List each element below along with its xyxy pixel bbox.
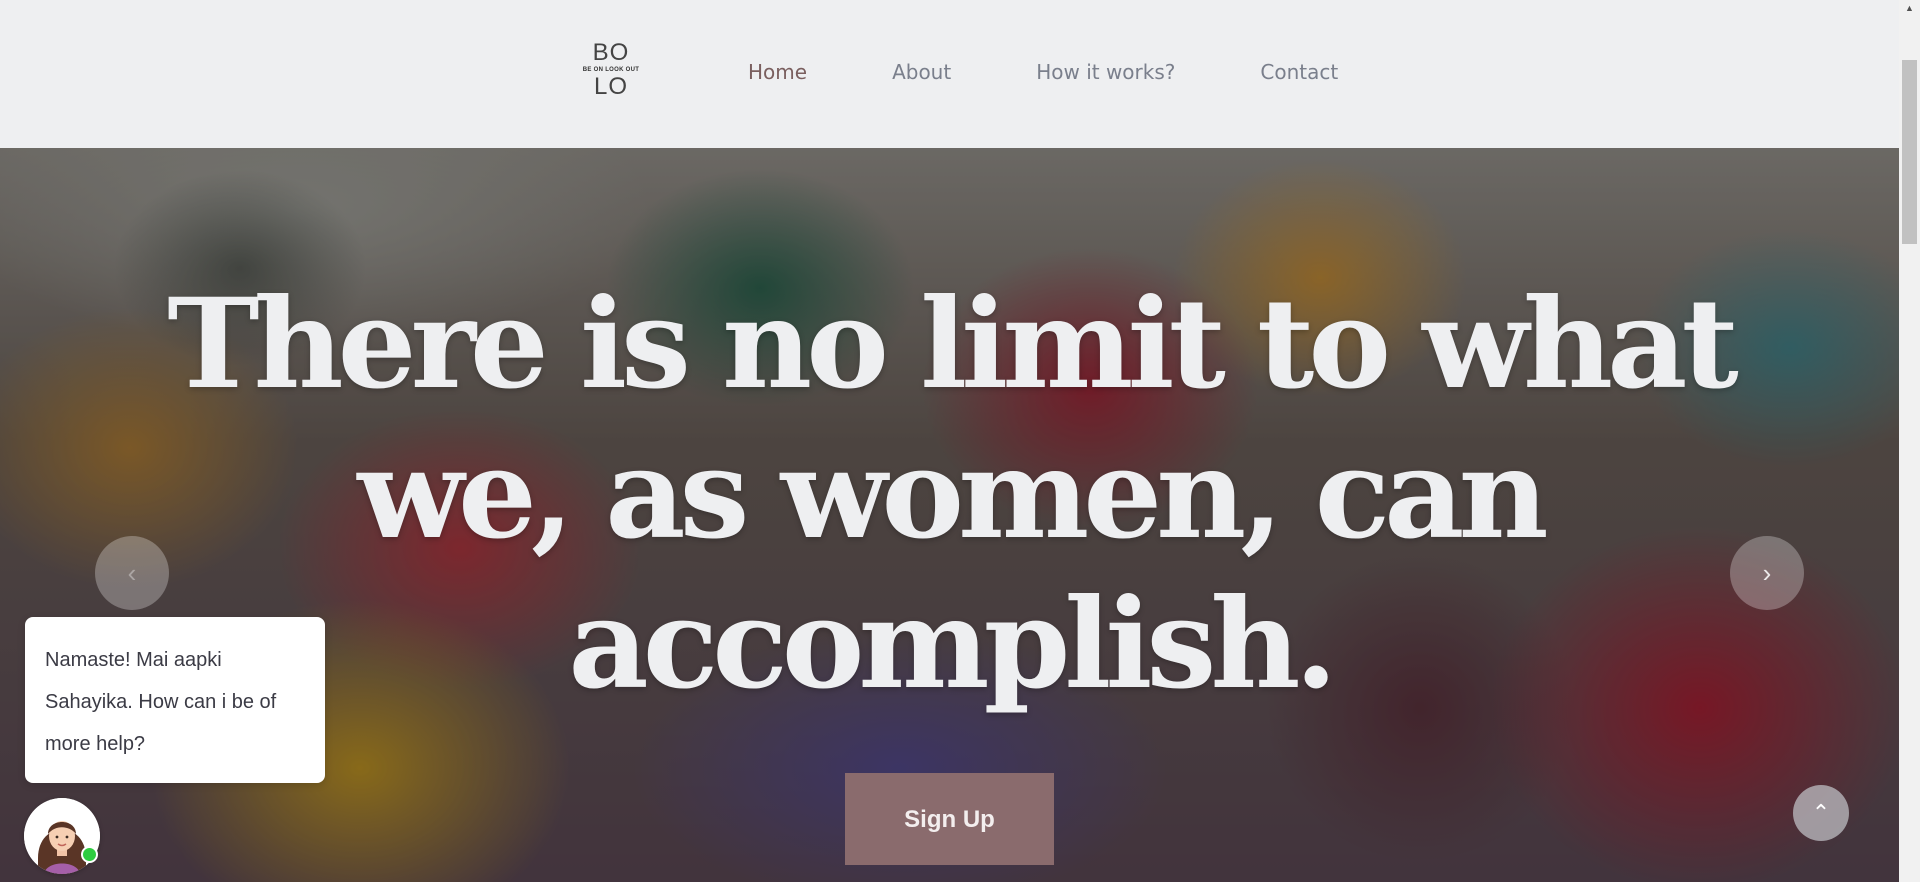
- site-header: BO BE ON LOOK OUT LO Home About How it w…: [0, 0, 1899, 148]
- chat-message-bubble[interactable]: Namaste! Mai aapki Sahayika. How can i b…: [25, 617, 325, 783]
- main-nav: Home About How it works? Contact: [748, 58, 1423, 86]
- page: BO BE ON LOOK OUT LO Home About How it w…: [0, 0, 1920, 882]
- nav-home-link[interactable]: Home: [748, 58, 807, 86]
- site-logo[interactable]: BO BE ON LOOK OUT LO: [576, 40, 646, 102]
- hero-headline: There is no limit to what we, as women, …: [167, 272, 1738, 717]
- chevron-left-icon: ‹: [127, 558, 137, 588]
- online-status-dot: [81, 846, 98, 863]
- chat-message-text: Namaste! Mai aapki Sahayika. How can i b…: [45, 649, 277, 755]
- nav-about-link[interactable]: About: [892, 58, 951, 86]
- sign-up-button[interactable]: Sign Up: [845, 773, 1054, 865]
- page-scrollbar[interactable]: ▲: [1899, 0, 1920, 882]
- carousel-next-button[interactable]: ›: [1730, 536, 1804, 610]
- nav-contact-link[interactable]: Contact: [1260, 58, 1338, 86]
- logo-line-2: LO: [593, 73, 628, 100]
- scroll-to-top-button[interactable]: ⌃: [1793, 785, 1849, 841]
- scroll-up-arrow-icon[interactable]: ▲: [1899, 0, 1920, 17]
- carousel-prev-button[interactable]: ‹: [95, 536, 169, 610]
- nav-how-it-works-link[interactable]: How it works?: [1036, 58, 1175, 86]
- chevron-right-icon: ›: [1762, 558, 1772, 588]
- chevron-up-icon: ⌃: [1811, 800, 1831, 825]
- logo-line-1: BO: [592, 39, 630, 66]
- scrollbar-thumb[interactable]: [1902, 60, 1917, 244]
